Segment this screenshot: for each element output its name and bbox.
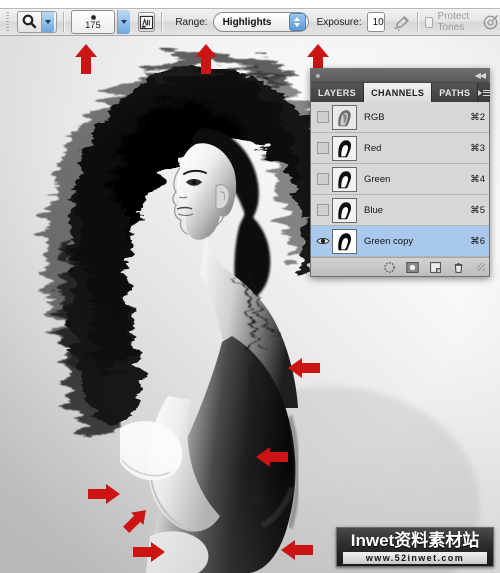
tool-preset-pulldown[interactable] xyxy=(40,12,54,32)
channel-row-rgb[interactable]: RGB ⌘2 xyxy=(311,102,489,133)
panel-resize-grip[interactable] xyxy=(477,263,485,271)
channel-row-green-copy[interactable]: Green copy ⌘6 xyxy=(311,226,489,257)
channel-name: Red xyxy=(364,142,382,154)
brush-size-well[interactable]: 175 xyxy=(71,10,116,34)
tab-paths[interactable]: PATHS xyxy=(432,83,479,102)
brush-preset-pulldown[interactable] xyxy=(117,10,131,34)
channel-visibility-toggle[interactable] xyxy=(313,111,332,123)
channels-panel-footer xyxy=(311,257,489,276)
exposure-field[interactable]: 100% xyxy=(366,12,385,32)
airbrush-icon[interactable] xyxy=(392,12,411,32)
mask-icon[interactable] xyxy=(406,261,419,274)
collapse-panel-icon[interactable]: ◀◀ xyxy=(475,71,486,80)
channel-list: RGB ⌘2 Red ⌘3 Green ⌘4 Blue ⌘5 Green cop… xyxy=(311,102,489,257)
panel-menu-icon[interactable] xyxy=(478,83,491,102)
arrow-left-waist xyxy=(256,446,288,468)
arrow-up-range xyxy=(194,44,218,74)
panel-close-icon[interactable] xyxy=(315,72,321,79)
channel-thumbnail xyxy=(332,166,357,192)
tab-layers[interactable]: LAYERS xyxy=(311,83,365,102)
brush-preview-icon xyxy=(90,14,96,20)
tool-options-bar: 175 Range: Highlights Exposure: 100% xyxy=(0,8,500,36)
arrow-left-hip xyxy=(281,539,313,561)
channel-row-blue[interactable]: Blue ⌘5 xyxy=(311,195,489,226)
screenshot-root: 175 Range: Highlights Exposure: 100% xyxy=(0,0,500,573)
range-label: Range: xyxy=(175,16,208,28)
channel-row-red[interactable]: Red ⌘3 xyxy=(311,133,489,164)
exposure-value[interactable]: 100% xyxy=(367,13,384,31)
protect-tones-box[interactable] xyxy=(425,16,433,28)
channel-name: Green copy xyxy=(364,235,414,247)
arrow-right-chest xyxy=(88,483,120,505)
watermark: Inwet资料素材站 www.52inwet.com xyxy=(336,527,494,567)
channel-visibility-toggle[interactable] xyxy=(313,142,332,154)
options-bar-grip[interactable] xyxy=(6,12,9,32)
channel-thumbnail xyxy=(332,228,357,254)
range-value: Highlights xyxy=(222,16,272,28)
new-page-icon[interactable] xyxy=(429,261,442,274)
channel-shortcut: ⌘4 xyxy=(470,173,485,185)
watermark-title: Inwet资料素材站 xyxy=(350,531,480,550)
range-select[interactable]: Highlights xyxy=(212,12,309,32)
dodge-tool-icon xyxy=(21,13,39,31)
channel-visibility-toggle[interactable] xyxy=(313,204,332,216)
current-tool-button[interactable] xyxy=(16,11,57,33)
exposure-label: Exposure: xyxy=(316,16,362,28)
channel-shortcut: ⌘3 xyxy=(470,142,485,154)
arrow-left-upper-back xyxy=(288,357,320,379)
protect-tones-label: Protect Tones xyxy=(437,11,470,33)
arrow-right-hip xyxy=(133,541,165,563)
protect-tones-checkbox[interactable]: Protect Tones xyxy=(425,11,473,33)
panel-tab-strip: LAYERS CHANNELS PATHS xyxy=(311,83,491,102)
channel-shortcut: ⌘6 xyxy=(470,235,485,247)
brush-preset-picker[interactable]: 175 xyxy=(69,10,131,34)
watermark-url: www.52inwet.com xyxy=(343,552,487,564)
channel-row-green[interactable]: Green ⌘4 xyxy=(311,164,489,195)
channel-name: Green xyxy=(364,173,391,185)
dotted-circle-icon[interactable] xyxy=(383,261,396,274)
tablet-pressure-icon[interactable] xyxy=(481,12,500,32)
channel-shortcut: ⌘5 xyxy=(470,204,485,216)
channel-thumbnail xyxy=(332,104,357,130)
channel-thumbnail xyxy=(332,197,357,223)
brush-panel-toggle-icon[interactable] xyxy=(138,12,156,32)
channel-thumbnail xyxy=(332,135,357,161)
arrow-up-brush-size xyxy=(74,44,98,74)
tab-channels[interactable]: CHANNELS xyxy=(364,83,433,102)
channel-shortcut: ⌘2 xyxy=(470,111,485,123)
channels-panel[interactable]: ◀◀ LAYERS CHANNELS PATHS RGB ⌘2 Red ⌘3 G… xyxy=(310,68,491,277)
eye-icon[interactable] xyxy=(313,236,332,246)
brush-size-value: 175 xyxy=(85,19,101,30)
channel-visibility-toggle[interactable] xyxy=(313,173,332,185)
channel-name: Blue xyxy=(364,204,384,216)
panel-titlebar[interactable]: ◀◀ xyxy=(311,69,489,83)
channel-name: RGB xyxy=(364,111,385,123)
trash-icon[interactable] xyxy=(452,261,465,274)
range-stepper-arrows[interactable] xyxy=(288,13,306,31)
